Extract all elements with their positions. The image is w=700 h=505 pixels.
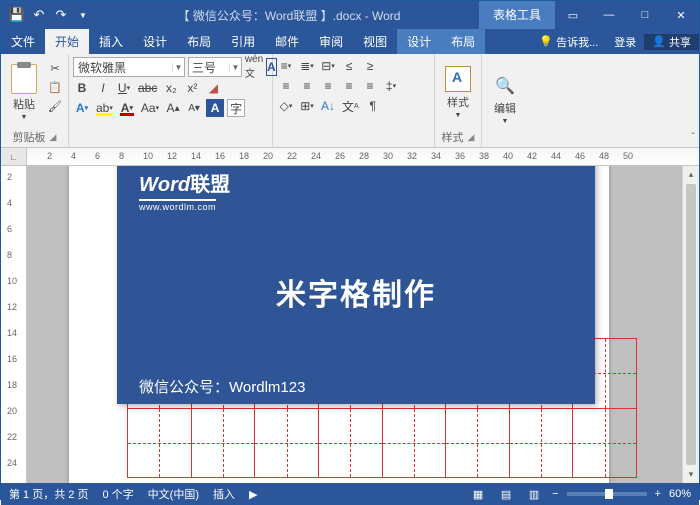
- signin-button[interactable]: 登录: [606, 34, 644, 50]
- group-paragraph: ≡▾ ≣▾ ⊟▾ ≤ ≥ ≡ ≡ ≡ ≡ ≡ ‡▾ ◇▾ ⊞▾ A↓ 文A ¶: [273, 54, 435, 147]
- underline-button[interactable]: U▾: [115, 79, 133, 97]
- zoom-out-button[interactable]: −: [552, 488, 558, 500]
- show-marks-button[interactable]: ¶: [364, 97, 382, 115]
- tab-file[interactable]: 文件: [1, 29, 45, 54]
- brand-logo: Word联盟 www.wordlm.com: [139, 168, 573, 215]
- qat-customize[interactable]: ▼: [73, 5, 93, 25]
- grow-font-button[interactable]: A▴: [164, 99, 182, 117]
- superscript-button[interactable]: x²: [183, 79, 201, 97]
- text-direction-button[interactable]: 文A: [340, 97, 361, 115]
- group-font: 微软雅黑▼ 三号▼ wén文 A B I U▾ abc x₂ x² ◢ A▾ a…: [69, 54, 273, 147]
- status-bar: 第 1 页，共 2 页 0 个字 中文(中国) 插入 ▶ ▦ ▤ ▥ − + 6…: [1, 483, 699, 505]
- copy-button[interactable]: 📋: [46, 79, 64, 95]
- tab-selector[interactable]: ∟: [1, 148, 27, 165]
- increase-indent-button[interactable]: ≥: [361, 57, 379, 75]
- share-button[interactable]: 👤共享: [644, 34, 699, 50]
- document-canvas[interactable]: Word联盟 www.wordlm.com 米字格制作 微信公众号：Wordlm…: [27, 166, 682, 483]
- zoom-in-button[interactable]: +: [655, 488, 661, 500]
- tab-home[interactable]: 开始: [45, 29, 89, 54]
- tell-me[interactable]: 💡告诉我...: [531, 34, 606, 50]
- styles-icon: [445, 66, 471, 92]
- align-center-button[interactable]: ≡: [298, 77, 316, 95]
- bold-button[interactable]: B: [73, 79, 91, 97]
- overlay-title: 米字格制作: [139, 270, 573, 314]
- tab-mailings[interactable]: 邮件: [265, 29, 309, 54]
- group-clipboard: 粘贴 ▼ ✂ 📋 🖌 剪贴板◢: [1, 54, 69, 147]
- overlay-subtitle: 微信公众号：Wordlm123: [139, 376, 573, 397]
- subscript-button[interactable]: x₂: [162, 79, 180, 97]
- save-button[interactable]: 💾: [7, 5, 27, 25]
- shrink-font-button[interactable]: A▾: [185, 99, 203, 117]
- sort-button[interactable]: A↓: [319, 97, 337, 115]
- window-title: 【 微信公众号：Word联盟 】.docx - Word: [99, 7, 479, 24]
- highlight-button[interactable]: ab▾: [94, 99, 115, 117]
- styles-dialog-launcher[interactable]: ◢: [468, 132, 475, 143]
- tab-references[interactable]: 引用: [221, 29, 265, 54]
- clipboard-dialog-launcher[interactable]: ◢: [50, 132, 57, 143]
- ribbon-display-button[interactable]: ▭: [555, 1, 591, 29]
- styles-button[interactable]: 样式 ▼: [439, 57, 477, 128]
- zoom-slider[interactable]: [567, 492, 647, 496]
- tab-design[interactable]: 设计: [133, 29, 177, 54]
- vertical-scrollbar[interactable]: ▴ ▾: [682, 166, 699, 483]
- editing-button[interactable]: 编辑 ▼: [486, 57, 524, 145]
- workspace: 24681012141618202224 Word联盟 www.wordlm.c…: [1, 166, 699, 483]
- font-size-combo[interactable]: 三号▼: [188, 57, 242, 77]
- horizontal-ruler[interactable]: ∟ 24681012141618202224262830323436384042…: [1, 148, 699, 166]
- macro-icon[interactable]: ▶: [249, 488, 257, 501]
- line-spacing-button[interactable]: ‡▾: [382, 77, 400, 95]
- group-editing: 编辑 ▼: [482, 54, 528, 147]
- phonetic-guide-button[interactable]: wén文: [245, 58, 263, 76]
- font-name-combo[interactable]: 微软雅黑▼: [73, 57, 185, 77]
- tab-review[interactable]: 审阅: [309, 29, 353, 54]
- tab-table-design[interactable]: 设计: [397, 29, 441, 54]
- tab-insert[interactable]: 插入: [89, 29, 133, 54]
- title-overlay: Word联盟 www.wordlm.com 米字格制作 微信公众号：Wordlm…: [117, 166, 595, 404]
- enclose-char-button[interactable]: 字: [227, 99, 245, 117]
- zoom-level[interactable]: 60%: [669, 488, 691, 500]
- text-effects-button[interactable]: A▾: [73, 99, 91, 117]
- strikethrough-button[interactable]: abc: [136, 79, 159, 97]
- scroll-down-button[interactable]: ▾: [683, 466, 699, 483]
- find-icon: [495, 78, 515, 98]
- ribbon-tabs: 文件 开始 插入 设计 布局 引用 邮件 审阅 视图 设计 布局 💡告诉我...…: [1, 29, 699, 54]
- clear-format-button[interactable]: ◢: [204, 79, 222, 97]
- cut-button[interactable]: ✂: [46, 60, 64, 76]
- scroll-thumb[interactable]: [686, 184, 696, 465]
- tab-table-layout[interactable]: 布局: [441, 29, 485, 54]
- format-painter-button[interactable]: 🖌: [46, 98, 64, 114]
- tab-layout[interactable]: 布局: [177, 29, 221, 54]
- justify-button[interactable]: ≡: [340, 77, 358, 95]
- undo-button[interactable]: ↶: [29, 5, 49, 25]
- close-button[interactable]: ✕: [663, 1, 699, 29]
- redo-button[interactable]: ↷: [51, 5, 71, 25]
- paste-icon: [11, 64, 37, 94]
- italic-button[interactable]: I: [94, 79, 112, 97]
- font-color-button[interactable]: A▾: [118, 99, 136, 117]
- decrease-indent-button[interactable]: ≤: [340, 57, 358, 75]
- paste-button[interactable]: 粘贴 ▼: [5, 57, 43, 128]
- bullets-button[interactable]: ≡▾: [277, 57, 295, 75]
- tab-view[interactable]: 视图: [353, 29, 397, 54]
- context-tool-label: 表格工具: [479, 1, 555, 29]
- change-case-button[interactable]: Aa▾: [139, 99, 161, 117]
- collapse-ribbon-button[interactable]: ˇ: [692, 132, 695, 143]
- align-left-button[interactable]: ≡: [277, 77, 295, 95]
- multilevel-button[interactable]: ⊟▾: [319, 57, 337, 75]
- ribbon: 粘贴 ▼ ✂ 📋 🖌 剪贴板◢ 微软雅黑▼ 三号▼ wén文 A B I U▾: [1, 54, 699, 148]
- borders-button[interactable]: ⊞▾: [298, 97, 316, 115]
- shading-button[interactable]: ◇▾: [277, 97, 295, 115]
- quick-access-toolbar: 💾 ↶ ↷ ▼: [1, 5, 99, 25]
- numbering-button[interactable]: ≣▾: [298, 57, 316, 75]
- maximize-button[interactable]: □: [627, 1, 663, 29]
- scroll-up-button[interactable]: ▴: [683, 166, 699, 183]
- vertical-ruler[interactable]: 24681012141618202224: [1, 166, 27, 483]
- minimize-button[interactable]: —: [591, 1, 627, 29]
- align-right-button[interactable]: ≡: [319, 77, 337, 95]
- distributed-button[interactable]: ≡: [361, 77, 379, 95]
- group-styles: 样式 ▼ 样式◢: [435, 54, 482, 147]
- title-bar: 💾 ↶ ↷ ▼ 【 微信公众号：Word联盟 】.docx - Word 表格工…: [1, 1, 699, 29]
- window-controls: ▭ — □ ✕: [555, 1, 699, 29]
- char-shading-button[interactable]: A: [206, 99, 224, 117]
